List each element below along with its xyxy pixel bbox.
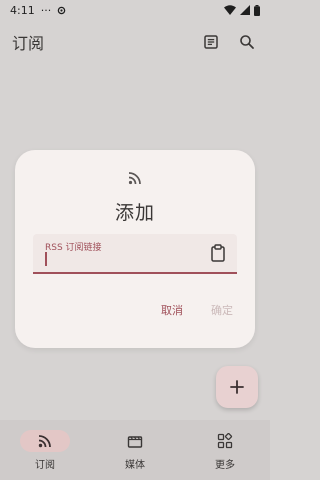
- nav-item-subscriptions[interactable]: 订阅: [0, 420, 90, 480]
- search-icon: [240, 35, 254, 49]
- nav-item-more[interactable]: 更多: [180, 420, 270, 480]
- wifi-icon: [224, 5, 236, 15]
- dialog-actions: 取消 确定: [161, 302, 233, 318]
- list-icon: [204, 35, 218, 49]
- search-button[interactable]: [234, 29, 260, 55]
- rss-url-input[interactable]: [45, 254, 195, 268]
- status-left: 4:11 ···: [10, 4, 66, 17]
- nav-label-more: 更多: [215, 460, 235, 471]
- rss-url-label: RSS 订阅链接: [45, 243, 102, 253]
- battery-icon: [254, 4, 260, 16]
- rss-url-field[interactable]: RSS 订阅链接: [33, 234, 237, 274]
- dialog-title: 添加: [114, 202, 155, 224]
- text-caret: [45, 252, 47, 266]
- location-icon: [57, 6, 66, 14]
- app-bar: 订阅: [0, 26, 270, 58]
- rss-icon: [128, 172, 141, 185]
- nav-label-subscriptions: 订阅: [35, 460, 55, 471]
- cancel-button[interactable]: 取消: [161, 302, 183, 318]
- status-dots: ···: [40, 3, 52, 17]
- plus-icon: [230, 380, 244, 394]
- status-right: [224, 4, 260, 16]
- nav-item-media[interactable]: 媒体: [90, 420, 180, 480]
- status-bar: 4:11 ···: [0, 0, 270, 20]
- confirm-button[interactable]: 确定: [211, 302, 233, 318]
- grid-shapes-icon: [217, 433, 233, 449]
- clipboard-icon: [211, 244, 225, 262]
- paste-button[interactable]: [209, 244, 227, 262]
- status-time: 4:11: [10, 3, 35, 17]
- page-title: 订阅: [12, 34, 45, 53]
- add-subscription-dialog: 添加 RSS 订阅链接 取消 确定: [15, 150, 255, 348]
- bottom-nav: 订阅 媒体 更多: [0, 420, 270, 480]
- signal-icon: [240, 5, 250, 15]
- rss-icon: [38, 435, 51, 448]
- nav-label-media: 媒体: [125, 460, 145, 471]
- movie-icon: [127, 436, 143, 448]
- list-button[interactable]: [198, 29, 224, 55]
- add-fab[interactable]: [216, 366, 258, 408]
- app-bar-actions: [198, 29, 260, 55]
